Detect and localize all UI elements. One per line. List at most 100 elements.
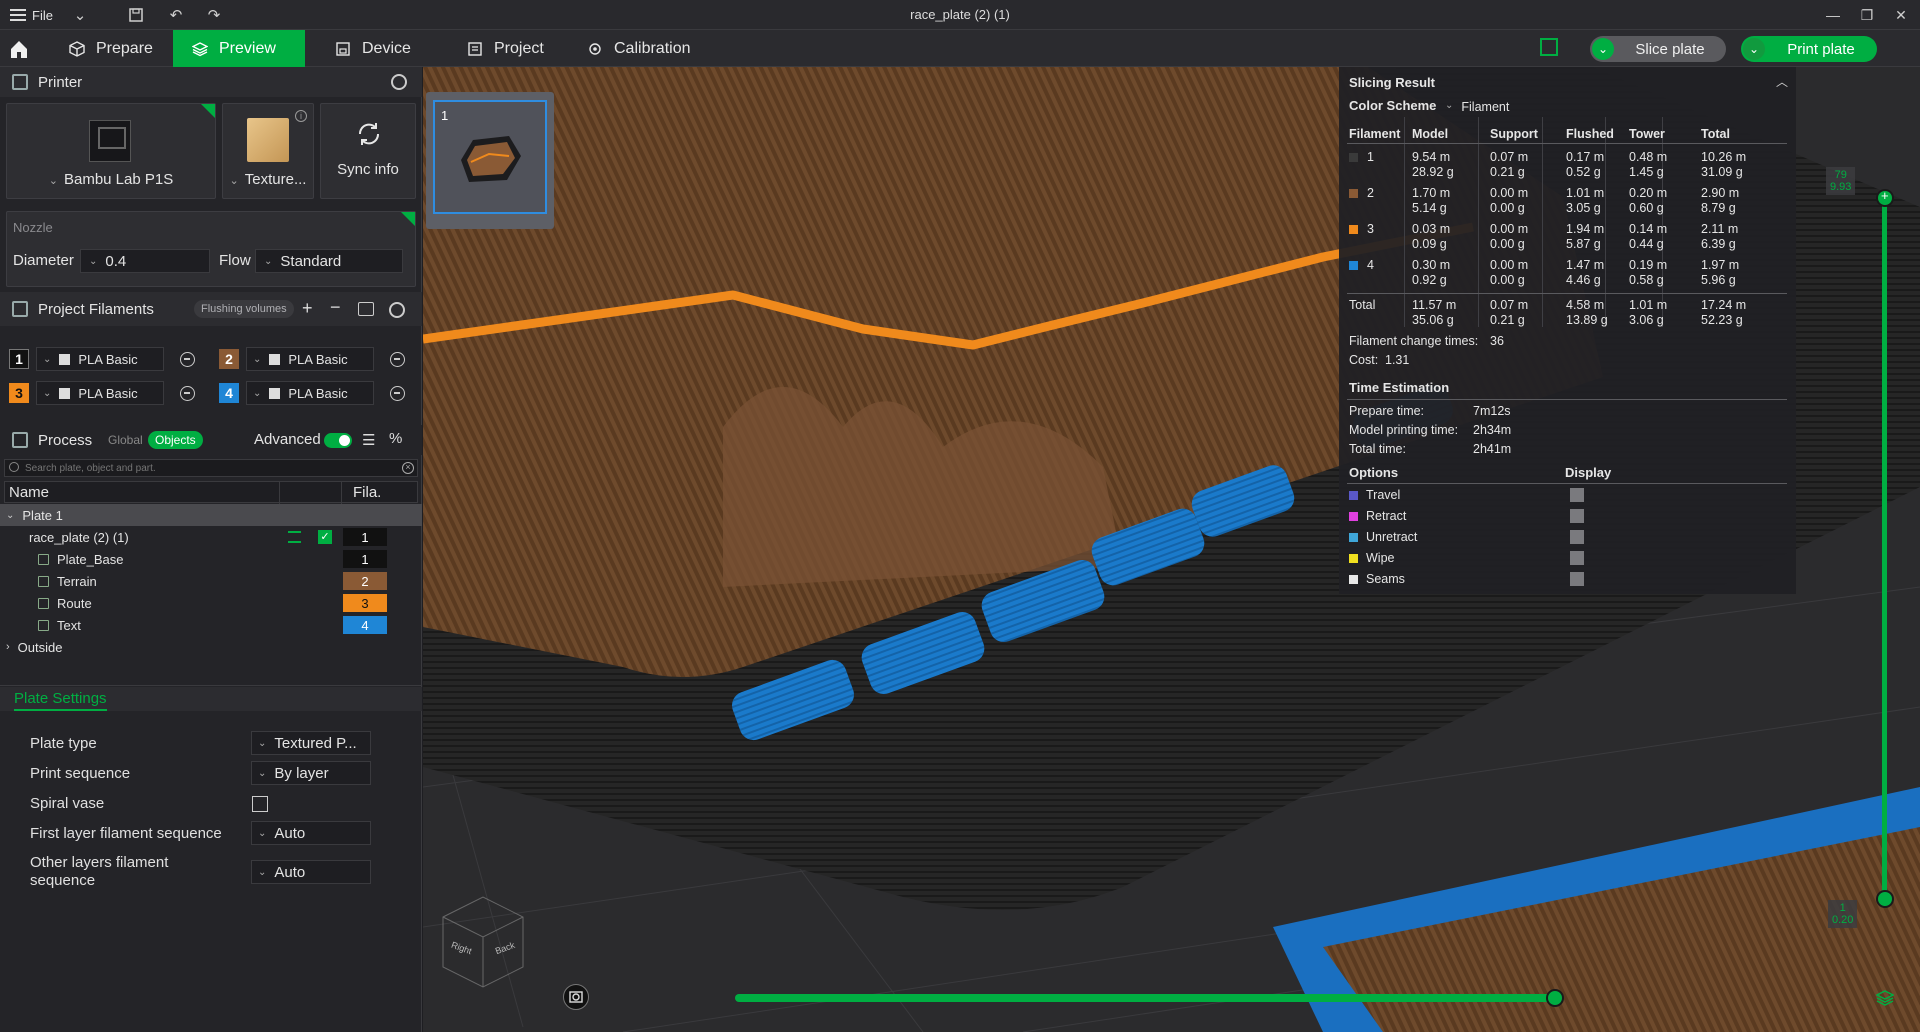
remove-filament-icon[interactable] [390, 352, 405, 367]
chevron-down-icon: ⌄ [43, 353, 52, 365]
chevron-down-icon[interactable]: ⌄ [1743, 38, 1765, 60]
gcode-move-slider[interactable] [735, 994, 1555, 1002]
sync-filament-icon[interactable] [358, 302, 374, 316]
print-plate-label: Print plate [1787, 40, 1855, 58]
part-filament[interactable]: 3 [343, 594, 387, 612]
percent-icon[interactable]: % [389, 430, 402, 447]
other-layers-sequence-select[interactable]: ⌄ Auto [251, 860, 371, 884]
seams-display-checkbox[interactable] [1570, 572, 1584, 586]
diameter-select[interactable]: ⌄ 0.4 [80, 249, 210, 273]
unretract-display-checkbox[interactable] [1570, 530, 1584, 544]
advanced-toggle[interactable] [324, 433, 352, 448]
filament-2-badge[interactable]: 2 [219, 349, 239, 369]
object-filament[interactable]: 1 [343, 528, 387, 546]
filament-3-select[interactable]: ⌄ PLA Basic [36, 381, 164, 405]
chevron-down-icon[interactable]: ⌄ [6, 510, 14, 521]
file-menu-button[interactable]: File [10, 5, 53, 25]
chevron-down-icon[interactable]: ⌄ [1592, 38, 1614, 60]
info-icon[interactable]: i [295, 110, 307, 122]
wipe-display-checkbox[interactable] [1570, 551, 1584, 565]
part-filament[interactable]: 4 [343, 616, 387, 634]
tree-row-part[interactable]: Plate_Base 1 [0, 548, 422, 570]
layers-settings-icon[interactable] [288, 531, 301, 543]
slice-plate-button[interactable]: ⌄ Slice plate [1590, 36, 1726, 62]
chevron-down-icon: ⌄ [253, 387, 262, 399]
retract-display-checkbox[interactable] [1570, 509, 1584, 523]
tree-row-part[interactable]: Text 4 [0, 614, 422, 636]
home-icon[interactable] [8, 38, 30, 60]
col-fila-header[interactable]: Fila. [353, 484, 381, 501]
flow-select[interactable]: ⌄ Standard [255, 249, 403, 273]
plate-settings-title[interactable]: Plate Settings [14, 690, 107, 711]
col-name-header[interactable]: Name [9, 484, 49, 501]
close-icon[interactable]: ✕ [1886, 4, 1916, 26]
print-sequence-value: By layer [274, 764, 329, 782]
flushing-volumes-button[interactable]: Flushing volumes [194, 300, 294, 318]
plate-settings-header: Plate Settings [0, 687, 422, 711]
filament-1-select[interactable]: ⌄ PLA Basic [36, 347, 164, 371]
tree-row-object[interactable]: race_plate (2) (1) ✓ 1 [0, 526, 422, 548]
objects-tab[interactable]: Objects [148, 431, 203, 449]
collapse-panel-icon[interactable]: ︿ [1776, 73, 1788, 90]
collapse-thumbnails-icon[interactable]: ‹› [427, 67, 434, 71]
part-icon [38, 619, 49, 631]
tree-row-plate[interactable]: ⌄ Plate 1 [0, 504, 422, 526]
print-sequence-select[interactable]: ⌄ By layer [251, 761, 371, 785]
restore-icon[interactable]: ❐ [1852, 4, 1882, 26]
project-filaments-title: Project Filaments [38, 300, 154, 318]
tree-row-part[interactable]: Route 3 [0, 592, 422, 614]
tree-row-part[interactable]: Terrain 2 [0, 570, 422, 592]
visible-checkbox[interactable]: ✓ [318, 530, 332, 544]
tab-device[interactable]: Device [316, 30, 429, 67]
remove-filament-icon[interactable] [390, 386, 405, 401]
layer-range-slider[interactable] [1882, 200, 1887, 900]
remove-filament-icon[interactable] [180, 352, 195, 367]
add-icon[interactable]: + [302, 298, 313, 319]
remove-filament-icon[interactable] [180, 386, 195, 401]
clear-search-icon[interactable]: × [402, 462, 414, 474]
filament-4-badge[interactable]: 4 [219, 383, 239, 403]
part-filament[interactable]: 1 [343, 550, 387, 568]
travel-display-checkbox[interactable] [1570, 488, 1584, 502]
sync-info-button[interactable]: Sync info [320, 103, 416, 199]
save-icon[interactable] [126, 5, 146, 25]
filament-1-badge[interactable]: 1 [9, 349, 29, 369]
minimize-icon[interactable]: — [1818, 4, 1848, 26]
tab-preview[interactable]: Preview [173, 30, 305, 67]
nozzle-card: Nozzle Diameter ⌄ 0.4 Flow ⌄ Standard [6, 211, 416, 287]
undo-icon[interactable]: ↶ [166, 5, 186, 25]
tab-calibration[interactable]: Calibration [568, 30, 708, 67]
spiral-vase-checkbox[interactable] [252, 796, 268, 812]
global-tab[interactable]: Global [108, 433, 143, 447]
tab-prepare[interactable]: Prepare [50, 30, 171, 67]
plate-thumbnail[interactable]: 1 [426, 92, 554, 229]
print-plate-button[interactable]: ⌄ Print plate [1741, 36, 1877, 62]
printer-preset-card[interactable]: ⌄ Bambu Lab P1S [6, 103, 216, 199]
gear-icon[interactable] [391, 74, 407, 90]
list-icon[interactable]: ☰ [362, 431, 375, 449]
color-scheme-select[interactable]: ⌄ Filament [1445, 100, 1509, 114]
gear-icon[interactable] [389, 302, 405, 318]
bottom-layer-handle[interactable] [1876, 890, 1894, 908]
remove-icon[interactable]: − [330, 297, 341, 318]
filament-2-select[interactable]: ⌄ PLA Basic [246, 347, 374, 371]
chevron-down-icon[interactable]: ⌄ [70, 5, 90, 25]
plate-type-card[interactable]: i ⌄ Texture... [222, 103, 314, 199]
first-layer-sequence-select[interactable]: ⌄ Auto [251, 821, 371, 845]
search-input[interactable] [25, 460, 395, 476]
camera-icon[interactable] [563, 984, 589, 1010]
tree-row-outside[interactable]: › Outside [0, 636, 422, 658]
layers-icon[interactable] [1875, 990, 1895, 1006]
tab-project[interactable]: Project [448, 30, 562, 67]
selected-corner-marker [401, 212, 415, 226]
filament-4-select[interactable]: ⌄ PLA Basic [246, 381, 374, 405]
plate-type-select[interactable]: ⌄ Textured P... [251, 731, 371, 755]
top-layer-handle[interactable]: + [1876, 188, 1894, 207]
plate-view-icon[interactable] [1540, 38, 1558, 56]
part-filament[interactable]: 2 [343, 572, 387, 590]
redo-icon[interactable]: ↷ [204, 5, 224, 25]
object-search-box[interactable]: × [4, 459, 418, 477]
filament-3-badge[interactable]: 3 [9, 383, 29, 403]
chevron-right-icon[interactable]: › [6, 641, 10, 653]
gcode-move-handle[interactable] [1546, 989, 1564, 1007]
